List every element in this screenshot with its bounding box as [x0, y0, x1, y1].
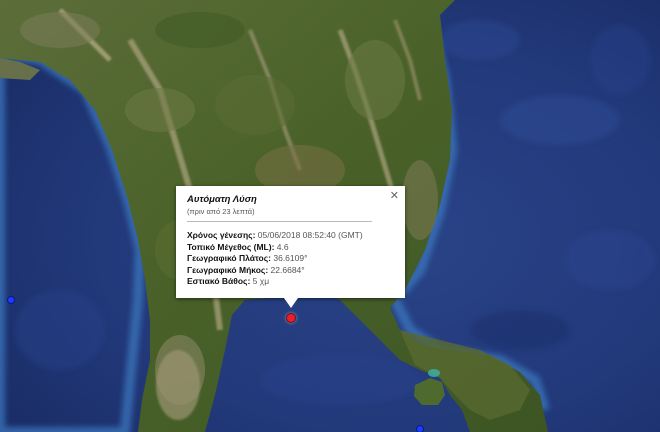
- earthquake-marker[interactable]: [416, 425, 424, 432]
- earthquake-marker[interactable]: [7, 296, 15, 304]
- close-icon[interactable]: ✕: [390, 190, 399, 202]
- field-value: 36.6109°: [273, 253, 308, 263]
- field-value: 5 χμ: [252, 276, 270, 286]
- field-label: Τοπικό Μέγεθος (ML):: [187, 241, 275, 252]
- popup-pointer: [284, 298, 298, 308]
- popup-divider: [187, 221, 372, 222]
- field-label: Εστιακό Βάθος:: [187, 276, 251, 286]
- longitude-row: Γεωγραφικό Μήκος: 22.6684°: [187, 265, 395, 277]
- depth-row: Εστιακό Βάθος: 5 χμ: [187, 276, 395, 288]
- latitude-row: Γεωγραφικό Πλάτος: 36.6109°: [187, 253, 395, 265]
- info-popup: ✕ Αυτόματη Λύση (πριν από 23 λεπτά) Χρόν…: [176, 186, 405, 298]
- field-label: Γεωγραφικό Μήκος:: [187, 264, 269, 275]
- field-label: Χρόνος γένεσης:: [187, 230, 256, 240]
- field-value: 22.6684°: [270, 264, 305, 275]
- origin-time-row: Χρόνος γένεσης: 05/06/2018 08:52:40 (GMT…: [187, 230, 395, 242]
- field-label: Γεωγραφικό Πλάτος:: [187, 253, 271, 263]
- magnitude-row: Τοπικό Μέγεθος (ML): 4.6: [187, 242, 395, 254]
- popup-title: Αυτόματη Λύση: [187, 194, 257, 205]
- field-value: 4.6: [276, 241, 289, 252]
- map-view[interactable]: ✕ Αυτόματη Λύση (πριν από 23 λεπτά) Χρόν…: [0, 0, 660, 432]
- epicenter-marker[interactable]: [286, 313, 296, 323]
- field-value: 05/06/2018 08:52:40 (GMT): [257, 230, 363, 240]
- popup-subtitle: (πριν από 23 λεπτά): [187, 207, 255, 216]
